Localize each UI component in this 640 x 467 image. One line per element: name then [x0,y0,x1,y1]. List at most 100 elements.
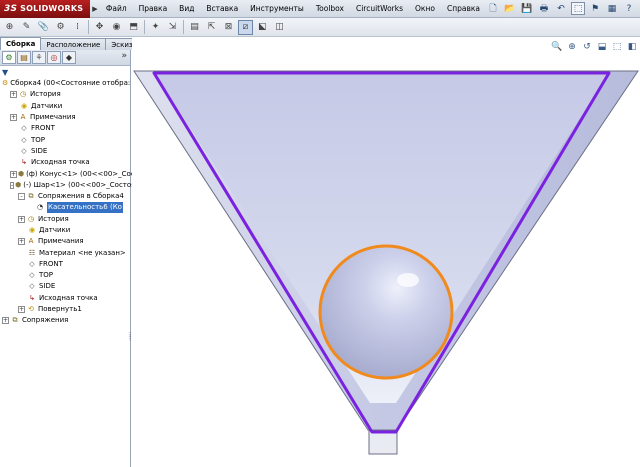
expand-icon[interactable]: + [10,170,17,178]
tree-item[interactable]: + A Примечания [0,236,130,247]
tree-item[interactable]: + ⟲ Повернуть1 [0,304,130,315]
insert-component-icon[interactable]: ⊕ [2,20,17,35]
part-icon: ⬢ [18,169,25,178]
feature-manager-tab-icon[interactable]: ⚙ [2,51,16,64]
menu-item[interactable]: Toolbox [310,4,350,13]
expand-panel-icon[interactable]: » [121,51,127,61]
plane-icon: ◇ [21,146,27,155]
tree-item-label: История [38,214,69,223]
tree-item[interactable]: ◇ SIDE [0,146,130,157]
menu-item[interactable]: Файл [100,4,133,13]
expand-icon[interactable]: + [10,91,17,99]
print-icon[interactable]: 🖶 [537,2,551,15]
tree-item-label: TOP [31,135,46,144]
history-icon: ◷ [19,90,27,99]
menu-expand-icon[interactable]: ▶ [90,5,100,13]
tree-item[interactable]: ◔ Касательность6 (Ко [0,202,130,214]
menu-item[interactable]: Окно [409,4,441,13]
expand-icon[interactable]: + [18,306,25,314]
tree-item[interactable]: ⚙ Сборка4 (00<Состояние отобра: [0,78,130,89]
tree-item[interactable]: + ⬢ (ф) Конус<1> (00<<00>_Состо [0,168,143,179]
logo-text: SOLIDWORKS [20,4,84,13]
annotations-icon: A [20,113,26,122]
assembly-features-icon[interactable]: ⬒ [126,20,141,35]
options-icon[interactable]: ▦ [605,2,619,15]
tree-item-label: История [30,90,61,99]
save-icon[interactable]: 💾 [520,2,534,15]
tree-item[interactable]: ↳ Исходная точка [0,293,130,304]
expand-icon[interactable]: + [10,114,17,122]
instant3d-icon[interactable]: ⬕ [255,20,270,35]
menu-item[interactable]: Вставка [200,4,244,13]
feature-manager-panel: ⚙ ▤ ⚘ ◎ ◆ » ▼ ⚙ Сборка4 (00<Состояние ото… [0,50,143,467]
collapse-icon[interactable]: - [18,193,25,201]
tree-item[interactable]: ◉ Датчики [0,225,130,236]
smart-dimension-icon[interactable]: ◫ [272,20,287,35]
tree-item[interactable]: ◉ Датчики [0,101,130,112]
quick-access-toolbar: 🗋 📂 💾 🖶 ↶ ⬚ ⚑ ▦ ? [486,2,640,15]
display-manager-tab-icon[interactable]: ◆ [62,51,76,64]
new-motion-study-icon[interactable]: ⇲ [165,20,180,35]
tree-item[interactable]: - ⬢ (-) Шар<1> (00<<00>_Состоя [0,180,135,191]
tree-item[interactable]: ◇ TOP [0,134,130,145]
tree-item[interactable]: ◇ FRONT [0,123,130,134]
undo-icon[interactable]: ↶ [554,2,568,15]
command-tab[interactable]: Сборка [0,37,42,50]
rebuild-icon[interactable]: ⚑ [588,2,602,15]
menu-item[interactable]: Вид [173,4,200,13]
tree-item[interactable]: ◇ TOP [0,270,130,281]
new-part-icon[interactable]: ✎ [19,20,34,35]
linear-pattern-icon[interactable]: ⚙ [53,20,68,35]
cone-tip [368,429,398,455]
menu-item[interactable]: Справка [441,4,486,13]
smart-fasteners-icon[interactable]: ⁞ [70,20,85,35]
tree-item[interactable]: + ⧉ Сопряжения [0,315,130,326]
sketch-tool-icon[interactable]: ⧄ [238,19,253,35]
menu-item[interactable]: CircuitWorks [350,4,409,13]
tree-item-label: Сопряжения [22,316,69,325]
tree-item-label: (ф) Конус<1> (00<<00>_Состо [26,169,144,178]
tree-item[interactable]: + A Примечания [0,112,130,123]
command-tab[interactable]: Расположение [40,38,107,50]
mates-icon: ⧉ [12,316,18,325]
interference-detection-icon[interactable]: ⊠ [221,20,236,35]
plane-icon: ◇ [29,282,35,291]
tree-item-label: Датчики [31,101,63,110]
expand-icon[interactable]: + [18,215,25,223]
separator [183,20,184,34]
reference-geometry-icon[interactable]: ✦ [148,20,163,35]
filter-icon[interactable]: ▼ [0,66,130,78]
open-icon[interactable]: 📂 [503,2,517,15]
tree-item[interactable]: ◇ FRONT [0,259,130,270]
property-manager-tab-icon[interactable]: ▤ [17,51,31,64]
tree-item-label: SIDE [31,146,48,155]
exploded-view-icon[interactable]: ⇱ [204,20,219,35]
solidworks-logo[interactable]: 3S SOLIDWORKS [0,0,91,18]
tree-item[interactable]: ☷ Материал <не указан> [0,247,130,258]
expand-icon[interactable]: + [2,317,9,325]
configuration-manager-tab-icon[interactable]: ⚘ [32,51,46,64]
tree-item[interactable]: - ⧉ Сопряжения в Сборка4 [0,191,130,202]
separator [88,20,89,34]
new-document-icon[interactable]: 🗋 [486,2,500,15]
tree-item[interactable]: + ◷ История [0,214,130,225]
part-icon: ⬢ [15,180,22,189]
feature-tree: ⚙ Сборка4 (00<Состояние отобра: + ◷ История ◉… [0,78,143,327]
help-icon[interactable]: ? [622,2,636,15]
menu-item[interactable]: Инструменты [244,4,310,13]
tree-item[interactable]: + ◷ История [0,89,130,100]
graphics-area[interactable]: 🔍 ⊕ ↺ ⬓ ⬚ ◧ [132,37,640,467]
bill-of-materials-icon[interactable]: ▤ [187,20,202,35]
menu-item[interactable]: Правка [133,4,174,13]
select-icon[interactable]: ⬚ [571,2,585,15]
model-view [133,70,639,455]
move-component-icon[interactable]: ✥ [92,20,107,35]
mate-icon[interactable]: 📎 [36,20,51,35]
show-hidden-icon[interactable]: ◉ [109,20,124,35]
expand-icon[interactable]: + [18,238,25,246]
dimxpert-tab-icon[interactable]: ◎ [47,51,61,64]
tree-item-label: Касательность6 (Ко [47,202,123,214]
tree-item[interactable]: ◇ SIDE [0,281,130,292]
tree-item[interactable]: ↳ Исходная точка [0,157,130,168]
collapse-icon[interactable]: - [10,181,15,189]
